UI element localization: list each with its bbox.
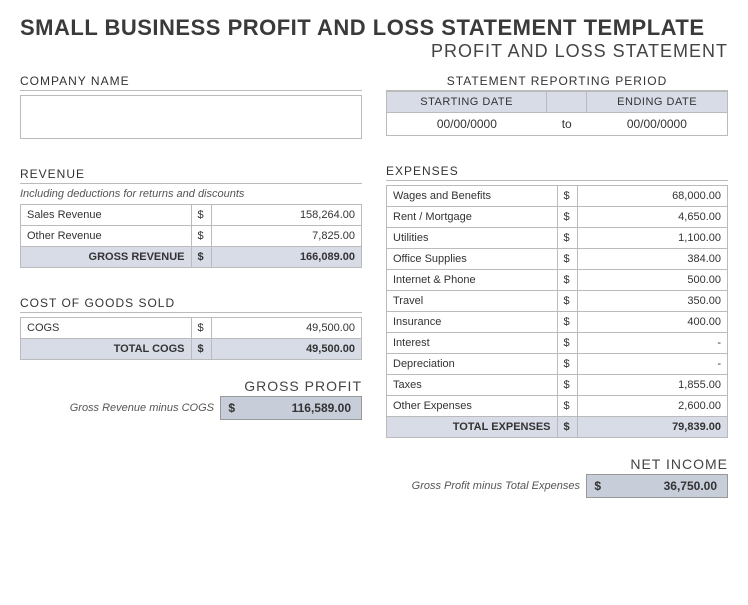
- total-value: 166,089.00: [211, 247, 362, 268]
- page-subtitle: PROFIT AND LOSS STATEMENT: [20, 41, 728, 62]
- currency-symbol: $: [587, 475, 607, 497]
- table-row: Insurance$400.00: [387, 312, 728, 333]
- ending-date-value[interactable]: 00/00/0000: [587, 113, 728, 136]
- currency-symbol: $: [191, 226, 211, 247]
- company-name-heading: COMPANY NAME: [20, 74, 362, 91]
- net-income-note: Gross Profit minus Total Expenses: [412, 480, 580, 492]
- table-row: Taxes$1,855.00: [387, 375, 728, 396]
- page-title: SMALL BUSINESS PROFIT AND LOSS STATEMENT…: [20, 15, 728, 41]
- currency-symbol: $: [191, 247, 211, 268]
- expenses-heading: EXPENSES: [386, 164, 728, 181]
- net-income-box: $ 36,750.00: [586, 474, 728, 498]
- currency-symbol: $: [191, 318, 211, 339]
- row-value: 7,825.00: [211, 226, 362, 247]
- revenue-note: Including deductions for returns and dis…: [20, 188, 362, 200]
- cogs-heading: COST OF GOODS SOLD: [20, 296, 362, 313]
- currency-symbol: $: [191, 339, 211, 360]
- table-row: Internet & Phone$500.00: [387, 270, 728, 291]
- table-row: COGS $ 49,500.00: [21, 318, 362, 339]
- company-name-input[interactable]: [20, 95, 362, 139]
- gross-profit-title: GROSS PROFIT: [20, 378, 362, 394]
- starting-date-label: STARTING DATE: [387, 92, 547, 113]
- table-row: Depreciation$-: [387, 354, 728, 375]
- gross-profit-value: 116,589.00: [241, 397, 361, 419]
- starting-date-value[interactable]: 00/00/0000: [387, 113, 547, 136]
- total-cogs-row: TOTAL COGS $ 49,500.00: [21, 339, 362, 360]
- revenue-table: Sales Revenue $ 158,264.00 Other Revenue…: [20, 204, 362, 268]
- period-table: STARTING DATE ENDING DATE 00/00/0000 to …: [386, 91, 728, 136]
- table-row: Office Supplies$384.00: [387, 249, 728, 270]
- cogs-table: COGS $ 49,500.00 TOTAL COGS $ 49,500.00: [20, 317, 362, 360]
- table-row: Utilities$1,100.00: [387, 228, 728, 249]
- table-row: Rent / Mortgage$4,650.00: [387, 207, 728, 228]
- total-label: GROSS REVENUE: [21, 247, 192, 268]
- table-row: Other Expenses$2,600.00: [387, 396, 728, 417]
- currency-symbol: $: [191, 205, 211, 226]
- gross-profit-note: Gross Revenue minus COGS: [70, 402, 214, 414]
- table-row: Sales Revenue $ 158,264.00: [21, 205, 362, 226]
- gross-profit-box: $ 116,589.00: [220, 396, 362, 420]
- row-value: 158,264.00: [211, 205, 362, 226]
- table-row: Travel$350.00: [387, 291, 728, 312]
- expenses-table: Wages and Benefits$68,000.00 Rent / Mort…: [386, 185, 728, 438]
- total-value: 49,500.00: [211, 339, 362, 360]
- currency-symbol: $: [221, 397, 241, 419]
- currency-symbol: $: [557, 417, 577, 438]
- total-expenses-row: TOTAL EXPENSES $ 79,839.00: [387, 417, 728, 438]
- row-label: COGS: [21, 318, 192, 339]
- table-row: Wages and Benefits$68,000.00: [387, 186, 728, 207]
- table-row: Other Revenue $ 7,825.00: [21, 226, 362, 247]
- net-income-title: NET INCOME: [386, 456, 728, 472]
- ending-date-label: ENDING DATE: [587, 92, 728, 113]
- total-label: TOTAL COGS: [21, 339, 192, 360]
- gross-revenue-row: GROSS REVENUE $ 166,089.00: [21, 247, 362, 268]
- net-income-value: 36,750.00: [607, 475, 727, 497]
- total-value: 79,839.00: [577, 417, 728, 438]
- total-label: TOTAL EXPENSES: [387, 417, 558, 438]
- revenue-heading: REVENUE: [20, 167, 362, 184]
- row-label: Sales Revenue: [21, 205, 192, 226]
- row-value: 49,500.00: [211, 318, 362, 339]
- table-row: Interest$-: [387, 333, 728, 354]
- period-heading: STATEMENT REPORTING PERIOD: [386, 74, 728, 91]
- to-label: to: [547, 113, 587, 136]
- row-label: Other Revenue: [21, 226, 192, 247]
